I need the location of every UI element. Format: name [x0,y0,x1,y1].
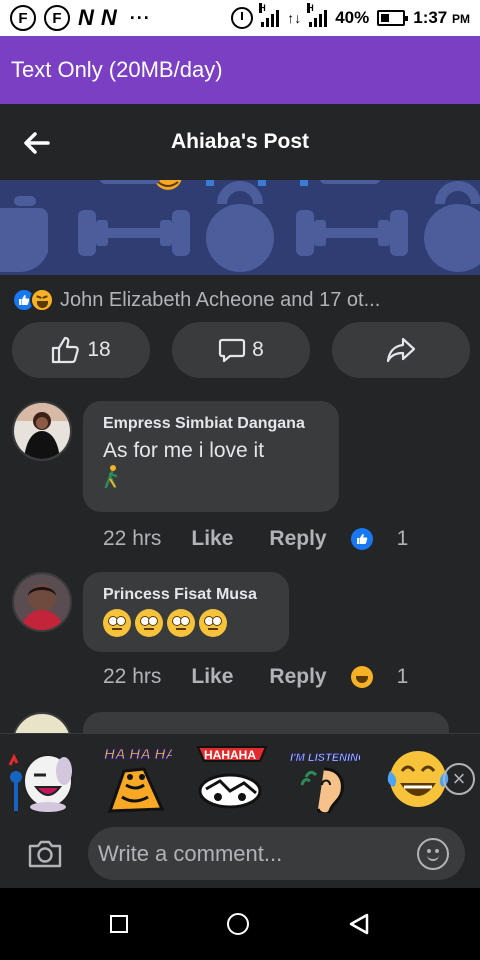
haha-reaction-icon[interactable] [350,666,373,688]
comment-count: 8 [252,338,264,361]
comment-reaction-count: 1 [396,665,409,688]
avatar[interactable] [12,401,72,461]
reactions-summary[interactable]: John Elizabeth Acheone and 17 ot... [12,283,472,317]
data-saver-banner[interactable]: Text Only (20MB/day) [0,36,480,104]
data-transfer-icon: ↑↓ [287,10,302,26]
clock: 1:37 PM [413,8,470,27]
comment-reply-button[interactable]: Reply [269,527,326,551]
comment-emoji-row [103,609,269,637]
app-n-icon: N [100,5,117,30]
like-button[interactable]: 18 [12,322,150,378]
more-notifications-icon: ··· [129,7,151,28]
share-icon [386,337,416,363]
face-with-rolling-eyes-emoji [199,609,227,637]
hahaha-laughing-sticker[interactable]: HAHAHA [194,741,268,813]
signal-icon: H [307,3,328,27]
post-image[interactable] [0,180,480,275]
back-arrow-icon [24,132,50,154]
recent-apps-icon[interactable] [109,915,128,933]
alarm-icon [231,7,254,29]
comment-text: As for me i love it [103,439,265,462]
system-navigation-bar [0,888,480,960]
data-saver-text: Text Only (20MB/day) [11,57,223,82]
battery-icon [377,10,409,26]
post-header: Ahiaba's Post [0,104,480,180]
reaction-icons [12,288,54,312]
close-sticker-tray-button[interactable]: × [443,763,475,795]
sticker-caption: HA HA HA [104,746,172,763]
comment-reaction-count: 1 [396,527,409,550]
dumbbell-pattern-image [0,180,480,275]
comment-item: Empress Simbiat Dangana As for me i love… [12,401,472,551]
post-actions: 18 8 [12,322,470,378]
commenter-name[interactable]: Princess Fisat Musa [103,586,269,604]
comment-composer: Write a comment... [0,819,480,888]
im-listening-sticker[interactable]: I'M LISTENING [288,741,367,815]
like-reaction-icon[interactable] [350,528,373,550]
comment-time: 22 hrs [103,665,162,688]
comment-input[interactable]: Write a comment... [88,827,465,880]
comment-like-button[interactable]: Like [191,527,233,551]
face-with-rolling-eyes-emoji [103,609,131,637]
face-with-rolling-eyes-emoji [167,609,195,637]
comment-reply-button[interactable]: Reply [269,665,326,689]
emoji-picker-button[interactable] [417,838,449,870]
reactions-summary-text: John Elizabeth Acheone and 17 ot... [60,288,381,311]
comment-bubble[interactable] [83,712,449,733]
thumbs-up-icon [52,336,80,364]
haha-sticker[interactable]: HA HA HA [100,741,177,813]
comment-bubble[interactable]: Empress Simbiat Dangana As for me i love… [83,401,339,512]
haha-reaction-icon [30,288,54,312]
home-icon[interactable] [226,913,249,935]
comment-item [12,712,472,733]
avatar[interactable] [12,712,72,733]
singing-dog-sticker[interactable] [6,741,78,813]
comment-button[interactable]: 8 [172,322,310,378]
comment-meta: 22 hrs Like Reply 1 [103,527,408,551]
back-triangle-icon[interactable] [348,912,370,936]
notification-icons: F F N N ··· [10,5,151,31]
camera-icon [28,840,62,868]
app-n-icon: N [78,5,94,30]
signal-icon: H [259,3,280,27]
sticker-caption: HAHAHA [204,748,256,762]
page-title: Ahiaba's Post [170,130,310,153]
person-walking-emoji [104,465,118,489]
comment-icon [219,338,246,363]
comment-input-placeholder: Write a comment... [98,840,283,866]
status-bar: F F N N ··· H ↑↓ H 40% 1:37 PM [0,0,480,36]
face-with-rolling-eyes-emoji [135,609,163,637]
comment-meta: 22 hrs Like Reply 1 [103,665,408,689]
camera-button[interactable] [27,839,63,869]
comment-time: 22 hrs [103,527,162,550]
like-count: 18 [87,338,111,361]
close-icon: × [452,766,466,791]
share-button[interactable] [332,322,470,378]
comment-like-button[interactable]: Like [191,665,233,689]
commenter-name[interactable]: Empress Simbiat Dangana [103,415,319,433]
comment-bubble[interactable]: Princess Fisat Musa [83,572,289,652]
avatar[interactable] [12,572,72,632]
sticker-tray: HA HA HA HAHAHA I'M LISTENING [0,733,480,819]
facebook-notification-icon: F [44,5,70,31]
back-button[interactable] [18,128,54,158]
battery-percent: 40% [335,8,370,27]
comment-item: Princess Fisat Musa 22 hrs Like Reply 1 [12,572,472,697]
facebook-notification-icon: F [10,5,36,31]
sticker-caption: I'M LISTENING [290,752,360,764]
